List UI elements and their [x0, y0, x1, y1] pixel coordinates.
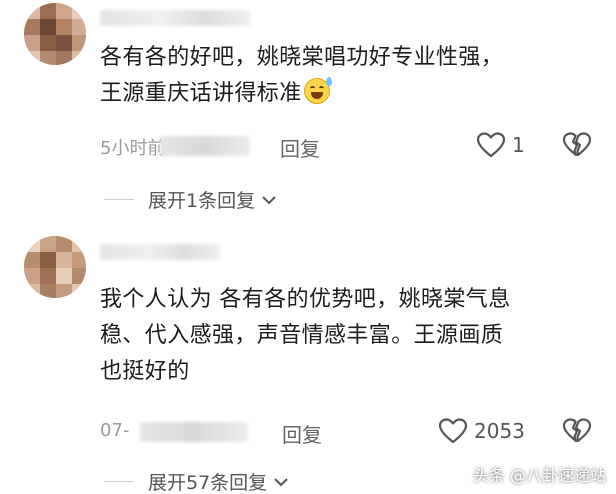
avatar-pixel: [72, 252, 86, 268]
avatar-pixel: [24, 284, 40, 298]
like-count: 1: [512, 133, 525, 157]
avatar-pixel: [56, 268, 72, 284]
avatar[interactable]: [24, 3, 86, 65]
avatar-pixel: [56, 35, 72, 51]
chevron-down-icon: [261, 194, 277, 206]
expand-replies-label: 展开1条回复: [148, 190, 256, 212]
avatar-pixel: [56, 3, 72, 19]
divider: [104, 199, 134, 200]
comment-line: 各有各的好吧，姚晓棠唱功好专业性强，: [100, 45, 504, 70]
avatar-pixel: [56, 252, 72, 268]
avatar-pixel: [40, 19, 56, 35]
time-blurred: [160, 136, 250, 156]
comment-line-text: 王源重庆话讲得标准: [100, 81, 302, 106]
broken-heart-icon[interactable]: [562, 417, 592, 445]
username-blurred[interactable]: [100, 244, 220, 260]
avatar-pixel: [24, 252, 40, 268]
heart-outline-icon: [476, 131, 506, 159]
avatar-pixel: [56, 19, 72, 35]
broken-heart-icon[interactable]: [562, 131, 592, 159]
avatar-pixel: [40, 268, 56, 284]
comment-line: 稳、代入感强，声音情感丰富。王源画质: [100, 323, 504, 348]
time-blurred: [140, 422, 248, 442]
like-button[interactable]: 1: [476, 131, 525, 159]
avatar-pixel: [72, 284, 86, 298]
avatar-pixel: [40, 252, 56, 268]
expand-replies-button[interactable]: 展开1条回复: [104, 186, 277, 213]
avatar-pixel: [40, 35, 56, 51]
like-count: 2053: [474, 419, 525, 443]
comment-line: 我个人认为 各有各的优势吧，姚晓棠气息: [100, 287, 511, 312]
avatar-pixel: [72, 236, 86, 252]
avatar-pixel: [56, 236, 72, 252]
reply-button[interactable]: 回复: [280, 133, 320, 162]
avatar-pixel: [40, 3, 56, 19]
avatar-pixel: [56, 51, 72, 65]
avatar-pixel: [72, 35, 86, 51]
avatar-pixel: [40, 284, 56, 298]
comment-text: 各有各的好吧，姚晓棠唱功好专业性强， 王源重庆话讲得标准: [100, 40, 600, 112]
avatar-pixel: [40, 51, 56, 65]
comment-time: 5小时前: [100, 138, 166, 159]
chevron-down-icon: [273, 476, 289, 488]
avatar-pixel: [72, 3, 86, 19]
avatar-pixel: [24, 19, 40, 35]
expand-replies-label: 展开57条回复: [148, 472, 268, 494]
avatar-pixel: [24, 51, 40, 65]
comment-line: 也挺好的: [100, 359, 190, 384]
avatar-pixel: [24, 3, 40, 19]
divider: [104, 481, 134, 482]
avatar-pixel: [24, 268, 40, 284]
expand-replies-button[interactable]: 展开57条回复: [104, 468, 289, 494]
like-button[interactable]: 2053: [438, 417, 525, 445]
avatar[interactable]: [24, 236, 86, 298]
laughing-sweat-emoji-icon: [303, 77, 332, 104]
avatar-pixel: [40, 236, 56, 252]
comment-text: 我个人认为 各有各的优势吧，姚晓棠气息 稳、代入感强，声音情感丰富。王源画质 也…: [100, 282, 550, 390]
reply-button[interactable]: 回复: [282, 419, 322, 448]
comment-line: 王源重庆话讲得标准: [100, 76, 600, 112]
avatar-pixel: [24, 236, 40, 252]
comment-time: 07-: [100, 420, 130, 441]
avatar-pixel: [72, 51, 86, 65]
avatar-pixel: [24, 35, 40, 51]
heart-outline-icon: [438, 417, 468, 445]
avatar-pixel: [72, 268, 86, 284]
watermark: 头条 @八卦速递站: [472, 466, 606, 485]
username-blurred[interactable]: [100, 10, 250, 26]
avatar-pixel: [56, 284, 72, 298]
avatar-pixel: [72, 19, 86, 35]
